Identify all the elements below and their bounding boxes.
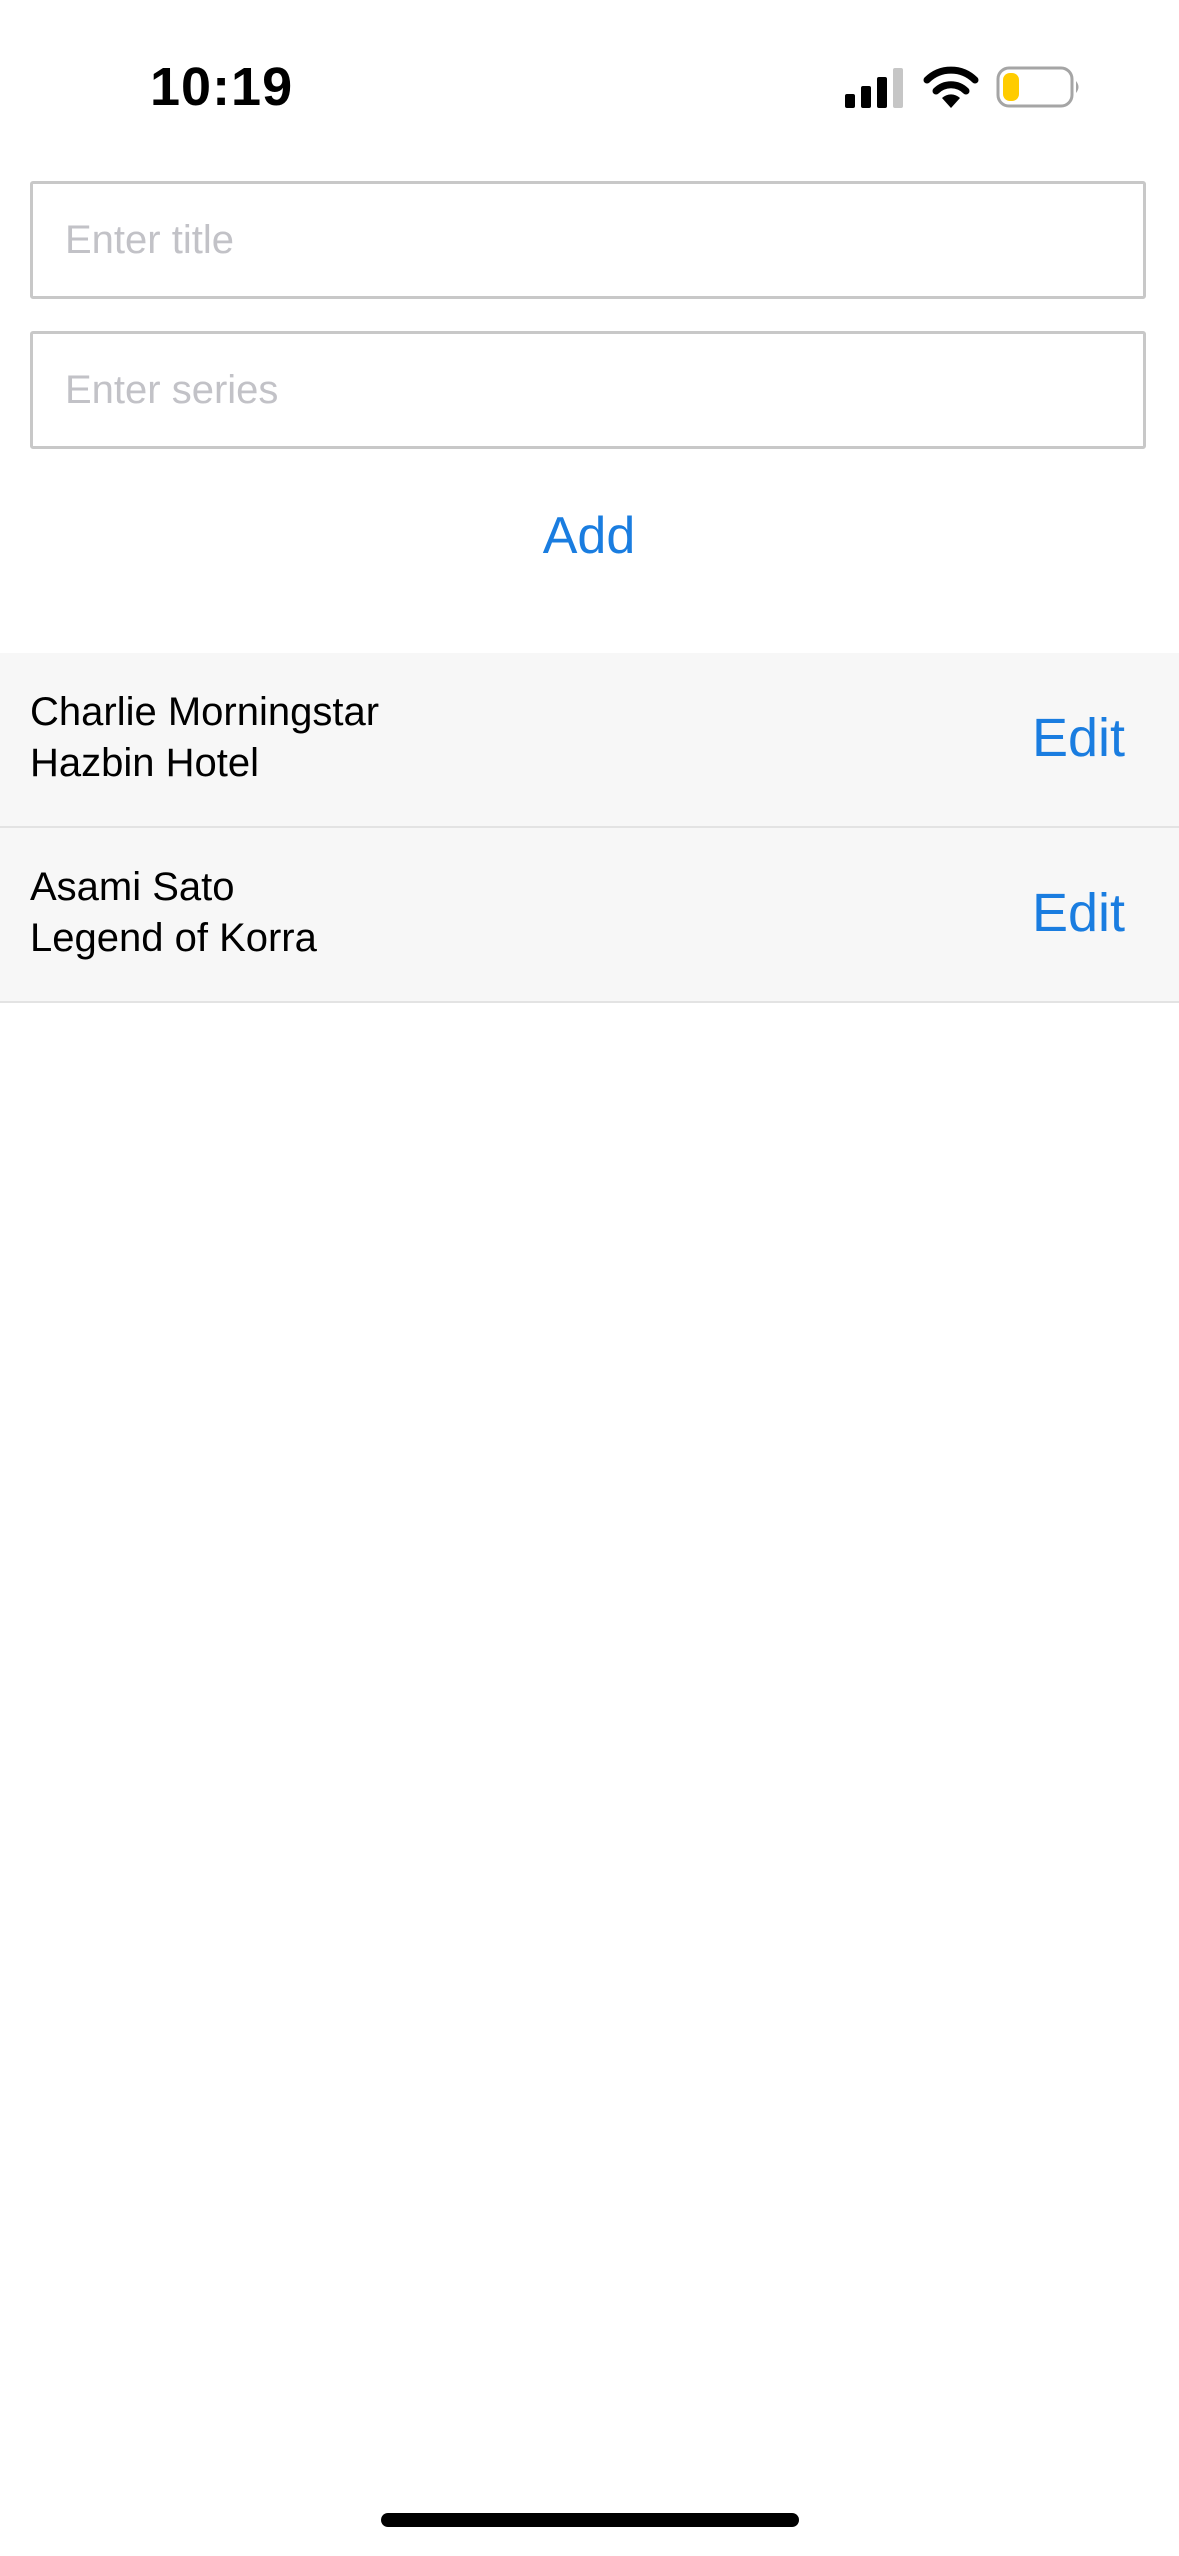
edit-button[interactable]: Edit bbox=[1032, 868, 1125, 958]
battery-level-fill bbox=[1003, 73, 1019, 101]
battery-icon bbox=[996, 66, 1079, 108]
series-input[interactable] bbox=[30, 331, 1146, 449]
wifi-icon bbox=[923, 66, 979, 108]
item-title: Asami Sato bbox=[30, 865, 235, 909]
title-input[interactable] bbox=[30, 181, 1146, 299]
character-list: Charlie Morningstar Hazbin Hotel Edit As… bbox=[0, 653, 1179, 1003]
add-button[interactable]: Add bbox=[439, 496, 739, 576]
status-time: 10:19 bbox=[150, 57, 294, 117]
item-series: Legend of Korra bbox=[30, 916, 317, 960]
edit-button[interactable]: Edit bbox=[1032, 693, 1125, 783]
cellular-signal-icon bbox=[845, 68, 903, 108]
item-series: Hazbin Hotel bbox=[30, 741, 260, 785]
status-bar: 10:19 bbox=[0, 0, 1179, 160]
item-title: Charlie Morningstar bbox=[30, 690, 380, 734]
home-indicator[interactable] bbox=[381, 2513, 799, 2527]
list-item: Asami Sato Legend of Korra Edit bbox=[0, 828, 1179, 1003]
list-item: Charlie Morningstar Hazbin Hotel Edit bbox=[0, 653, 1179, 828]
